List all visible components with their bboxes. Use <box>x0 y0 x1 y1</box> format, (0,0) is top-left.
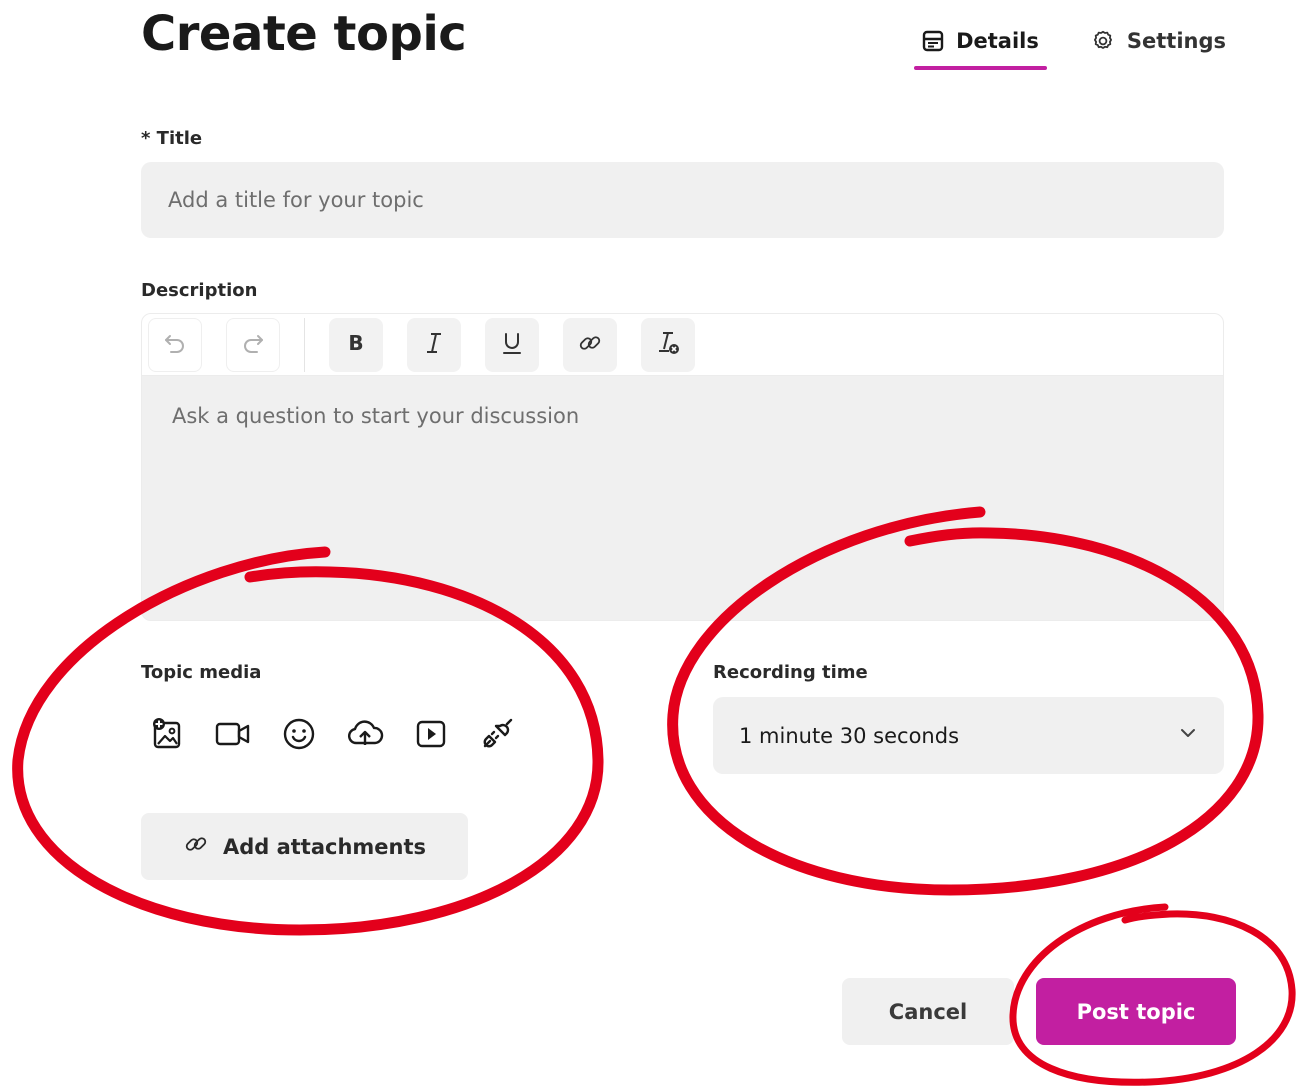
description-label: Description <box>141 280 258 301</box>
video-icon <box>215 719 251 753</box>
tab-settings[interactable]: Settings <box>1087 26 1230 56</box>
undo-button[interactable] <box>148 317 202 372</box>
topic-media-label: Topic media <box>141 662 262 683</box>
undo-icon <box>162 330 188 360</box>
tab-details[interactable]: Details <box>914 26 1047 70</box>
tab-settings-label: Settings <box>1126 29 1226 53</box>
add-attachments-label: Add attachments <box>222 834 427 859</box>
plugin-icon <box>479 716 515 756</box>
italic-icon <box>421 330 447 360</box>
post-topic-button[interactable]: Post topic <box>1036 978 1236 1045</box>
gear-icon <box>1091 29 1115 53</box>
svg-text:B: B <box>348 331 363 355</box>
play-icon <box>415 719 447 753</box>
bold-button[interactable]: B <box>329 317 383 372</box>
add-image-icon <box>150 717 184 755</box>
media-toolbar <box>149 718 515 754</box>
bold-icon: B <box>343 330 369 360</box>
link-icon <box>183 831 209 862</box>
emoji-icon <box>282 717 316 755</box>
video-button[interactable] <box>215 718 251 754</box>
description-textarea[interactable]: Ask a question to start your discussion <box>142 376 1223 620</box>
editor-toolbar: B <box>142 314 1223 376</box>
underline-icon <box>499 330 525 360</box>
upload-button[interactable] <box>346 718 384 754</box>
details-icon <box>922 30 944 52</box>
italic-button[interactable] <box>407 317 461 372</box>
tab-bar: Details Settings <box>914 26 1230 70</box>
redo-icon <box>240 330 266 360</box>
recording-time-select[interactable]: 1 minute 30 seconds <box>713 697 1224 774</box>
title-label: * Title <box>141 128 203 149</box>
tab-details-label: Details <box>956 29 1039 53</box>
link-button[interactable] <box>563 317 617 372</box>
add-attachments-button[interactable]: Add attachments <box>141 813 468 880</box>
redo-button[interactable] <box>226 317 280 372</box>
clear-format-icon <box>654 329 682 361</box>
cloud-upload-icon <box>346 719 384 753</box>
underline-button[interactable] <box>485 317 539 372</box>
toolbar-divider <box>304 317 305 372</box>
chevron-down-icon <box>1178 723 1198 748</box>
recording-time-label: Recording time <box>713 662 868 683</box>
link-icon <box>577 330 603 360</box>
clear-format-button[interactable] <box>641 317 695 372</box>
emoji-button[interactable] <box>281 718 317 754</box>
page-title: Create topic <box>141 6 467 62</box>
embed-video-button[interactable] <box>413 718 449 754</box>
integration-button[interactable] <box>479 718 515 754</box>
title-input[interactable] <box>141 162 1224 238</box>
description-editor: B Ask a question to start your discussio… <box>141 313 1224 621</box>
add-image-button[interactable] <box>149 718 185 754</box>
cancel-button[interactable]: Cancel <box>842 978 1014 1045</box>
recording-time-value: 1 minute 30 seconds <box>739 723 960 748</box>
